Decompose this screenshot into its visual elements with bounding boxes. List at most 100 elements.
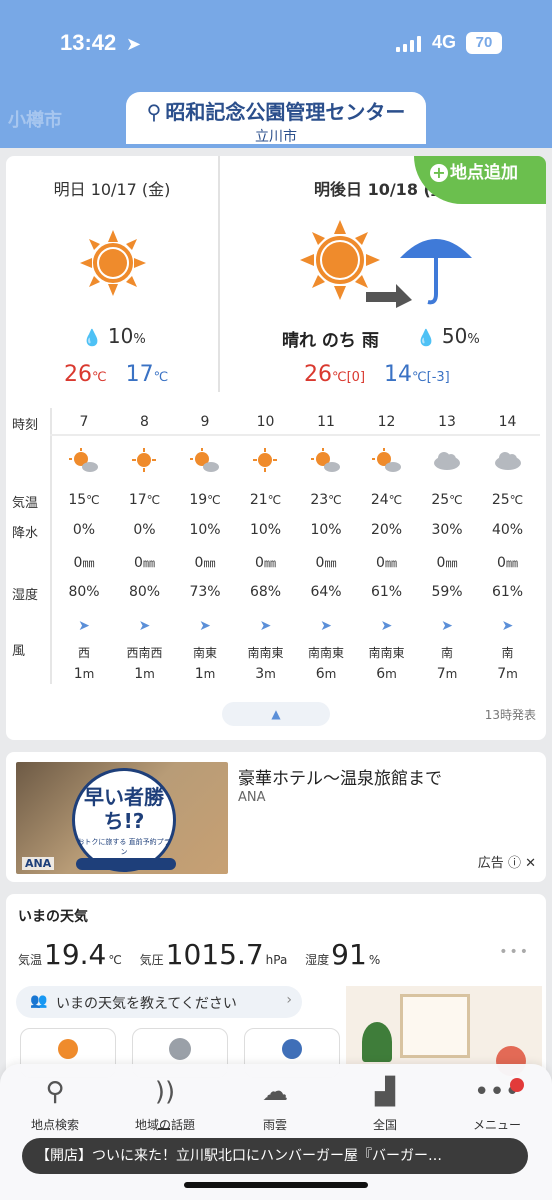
ad-image-brand: ANA (22, 857, 55, 870)
day-tomorrow[interactable]: 明日 10/17 (金) 💧 10% 26℃ 17℃ (6, 156, 220, 392)
tab-rain-cloud[interactable]: ☁ 雨雲 (220, 1074, 330, 1133)
ad-label-row: 広告 ⓘ ✕ (478, 852, 536, 871)
hour-temp: 17 (128, 492, 147, 508)
location-search[interactable]: ⚲ 昭和記念公園管理センター 立川市 (126, 92, 426, 145)
issued-time: 13時発表 (484, 708, 536, 722)
wind-direction-icon: ➤ (380, 618, 393, 634)
sun-cloud-icon (357, 448, 417, 478)
tab-search[interactable]: ⚲ 地点検索 (0, 1074, 110, 1133)
hour-humidity: 59% (431, 584, 463, 600)
humidity-unit: % (368, 953, 381, 967)
hour-precip-chance: 40% (491, 522, 524, 538)
sun-cloud-icon (175, 448, 235, 478)
previous-location-ghost[interactable]: 小樽市 (8, 106, 62, 132)
ad-card[interactable]: 早い者勝ち!? おトクに旅する 直前予約プラン ANA 豪華ホテル～温泉旅館まで… (6, 752, 546, 882)
people-icon: 👥 (30, 993, 48, 1009)
raindrop-icon: 💧 (416, 328, 436, 347)
wind-direction-icon: ➤ (259, 618, 272, 634)
more-icon[interactable]: ••• (499, 944, 530, 960)
divider (50, 434, 540, 436)
hour-temp: 25 (491, 492, 510, 508)
bottom-tab-bar: ⚲ 地点検索 )) 地域の話題 ☁ 雨雲 ▟ 全国 ••• メニュー (0, 1064, 552, 1200)
speed-unit: m (143, 667, 155, 681)
temp-unit: ℃ (328, 493, 342, 507)
header-bar: 13:42 ➤ 4G 70 小樽市 ⚲ 昭和記念公園管理センター 立川市 (0, 0, 552, 148)
hour-humidity: 80% (128, 584, 161, 600)
pressure-value: 1015.7 (165, 938, 264, 971)
sun-icon (58, 1039, 78, 1059)
feed-icon: )) (154, 1077, 176, 1107)
hour-label: 7 (79, 414, 89, 430)
speed-unit: m (324, 667, 337, 681)
close-icon[interactable]: ✕ (525, 856, 536, 871)
tab-menu[interactable]: ••• メニュー (442, 1074, 552, 1133)
day-title: 明日 10/17 (金) (53, 180, 171, 199)
tab-label: 全国 (372, 1118, 397, 1132)
low-temp: 14 (384, 362, 413, 387)
hour-wind-dir: 南南東 (368, 646, 405, 660)
temp-unit: ℃ (267, 493, 282, 507)
sun-icon (236, 448, 296, 478)
hour-precip-chance: 0% (133, 522, 156, 538)
collapse-button[interactable]: ▲ (222, 702, 330, 726)
network-label: 4G (432, 32, 457, 52)
wind-direction-icon: ➤ (138, 618, 151, 634)
tab-local-topics[interactable]: )) 地域の話題 (110, 1074, 220, 1133)
home-indicator (184, 1182, 368, 1188)
current-weather-title: いまの天気 (18, 909, 88, 925)
ad-image-banner (76, 858, 176, 870)
speed-unit: m (203, 667, 216, 681)
wind-direction-icon: ➤ (441, 618, 453, 634)
ad-title[interactable]: 豪華ホテル～温泉旅館まで (238, 764, 442, 789)
ad-image[interactable]: 早い者勝ち!? おトクに旅する 直前予約プラン ANA (16, 762, 228, 874)
temp-unit: ℃ (146, 493, 161, 507)
speed-unit: m (506, 667, 518, 681)
hour-precip-amount: 0 (497, 555, 506, 571)
location-name: 昭和記念公園管理センター (165, 100, 406, 124)
temp-unit: ℃ (207, 493, 221, 507)
pressure-label: 気圧 (139, 953, 164, 967)
hour-wind-dir: 南南東 (307, 646, 344, 660)
signal-icon (396, 36, 421, 52)
amount-unit: ㎜ (263, 556, 276, 570)
high-temp: 26 (64, 362, 92, 387)
sun-cloud-icon (296, 448, 356, 478)
report-weather-button[interactable]: 👥 いまの天気を教えてください › (16, 986, 302, 1018)
temp-label: 気温 (18, 953, 43, 967)
precip-unit: % (133, 332, 146, 347)
report-weather-label: いまの天気を教えてください (56, 996, 237, 1012)
hour-humidity: 61% (370, 584, 403, 600)
tab-label: メニュー (472, 1118, 521, 1132)
wind-direction-icon: ➤ (199, 618, 211, 634)
hour-temp: 21 (249, 492, 268, 508)
label-precip: 降水 (12, 526, 39, 541)
hour-humidity: 68% (249, 584, 282, 600)
ad-info-icon[interactable]: ⓘ (508, 856, 521, 871)
hour-precip-amount: 0 (134, 555, 143, 571)
hour-temp: 25 (431, 492, 450, 508)
label-temp: 気温 (12, 496, 39, 511)
temp-unit: ℃ (509, 493, 524, 507)
hour-label: 9 (200, 414, 210, 430)
hour-humidity: 61% (491, 584, 524, 600)
location-arrow-icon: ➤ (126, 34, 142, 55)
amount-unit: ㎜ (203, 556, 216, 570)
hour-wind-speed: 1 (134, 666, 144, 682)
hour-temp: 23 (310, 492, 329, 508)
speed-unit: m (82, 667, 95, 681)
hour-wind-dir: 西南西 (126, 646, 163, 660)
low-unit: ℃ (412, 370, 427, 385)
tab-nationwide[interactable]: ▟ 全国 (330, 1074, 440, 1133)
hour-precip-amount: 0 (376, 555, 385, 571)
amount-unit: ㎜ (384, 556, 397, 570)
hourly-forecast[interactable]: 時刻 気温 降水 湿度 風 7 15℃ 0% 0㎜ 80% ➤ 西 1m 8 17℃ 0% 0㎜ 80%… (6, 408, 546, 686)
wind-direction-icon: ➤ (501, 618, 514, 634)
temp-unit: ℃ (388, 493, 403, 507)
speed-unit: m (385, 667, 397, 681)
humidity-value: 91 (331, 938, 367, 971)
location-city: 立川市 (255, 129, 297, 145)
news-ticker[interactable]: 【開店】ついに来た！立川駅北口にハンバーガー屋『バーガー… (22, 1138, 528, 1174)
high-unit: ℃ (92, 370, 107, 385)
hour-label: 14 (498, 414, 517, 430)
weather-description: 晴れ のち 雨 (282, 331, 379, 351)
